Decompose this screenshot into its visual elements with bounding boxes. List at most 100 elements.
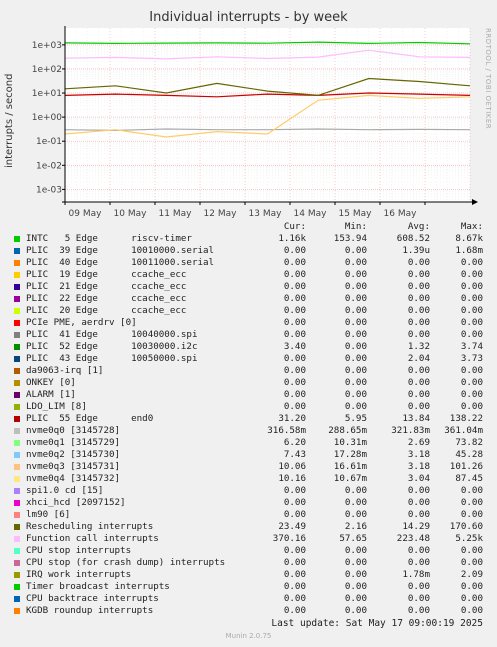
- legend-avg: 0.00: [407, 605, 430, 616]
- legend-row: PLIC 22 Edge ccache_ecc 0.00 0.00 0.00 0.00: [0, 293, 497, 305]
- legend-min: 0.00: [344, 485, 367, 496]
- legend-row: INTC 5 Edge riscv-timer 1.16k 153.94 608.52…: [0, 233, 497, 245]
- legend-min: 57.65: [339, 533, 367, 544]
- x-tick-label: 10 May: [114, 209, 148, 219]
- legend-label: nvme0q4 [3145732]: [26, 473, 121, 484]
- legend-avg: 2.04: [407, 353, 430, 364]
- legend-swatch: [14, 272, 20, 278]
- legend-row: xhci_hcd [2097152] 0.00 0.00 0.00 0.00: [0, 497, 497, 509]
- legend-avg: 1.78m: [402, 569, 430, 580]
- legend-row: PLIC 55 Edge end0 31.20 5.95 13.84 138.22: [0, 413, 497, 425]
- legend-max: 0.00: [460, 509, 483, 520]
- last-update: Last update: Sat May 17 09:00:19 2025: [271, 618, 483, 629]
- legend-min: 5.95: [344, 413, 367, 424]
- legend-cur: 316.58m: [267, 425, 306, 436]
- legend-avg: 608.52: [396, 233, 430, 244]
- legend-min: 0.00: [344, 317, 367, 328]
- legend-row: PLIC 21 Edge ccache_ecc 0.00 0.00 0.00 0.00: [0, 281, 497, 293]
- legend-avg: 1.32: [407, 341, 430, 352]
- legend-label: INTC 5 Edge riscv-timer: [26, 233, 192, 244]
- legend-min: 0.00: [344, 245, 367, 256]
- legend-min: 10.31m: [333, 437, 367, 448]
- legend-avg: 0.00: [407, 281, 430, 292]
- legend-label: spi1.0 cd [15]: [26, 485, 104, 496]
- x-tick-label: 09 May: [69, 209, 103, 219]
- legend-max: 361.04m: [444, 425, 483, 436]
- legend-row: nvme0q3 [3145731] 10.06 16.61m 3.18 101.26: [0, 461, 497, 473]
- y-tick-label: 1e-02: [36, 161, 62, 171]
- legend-label: PLIC 52 Edge 10030000.i2c: [26, 341, 198, 352]
- legend-cur: 0.00: [283, 497, 306, 508]
- legend-avg: 0.00: [407, 485, 430, 496]
- legend-max: 45.28: [455, 449, 483, 460]
- legend-max: 0.00: [460, 593, 483, 604]
- legend-swatch: [14, 524, 20, 530]
- legend-swatch: [14, 608, 20, 614]
- legend-swatch: [14, 308, 20, 314]
- legend-max: 0.00: [460, 605, 483, 616]
- x-tick-label: 16 May: [384, 209, 418, 219]
- legend-max: 0.00: [460, 269, 483, 280]
- legend-swatch: [14, 368, 20, 374]
- legend-row: da9063-irq [1] 0.00 0.00 0.00 0.00: [0, 365, 497, 377]
- x-tick-label: 15 May: [339, 209, 373, 219]
- legend-max: 73.82: [455, 437, 483, 448]
- legend-cur: 0.00: [283, 401, 306, 412]
- x-tick-label: 12 May: [204, 209, 238, 219]
- legend-row: Function call interrupts 370.16 57.65 223.4…: [0, 533, 497, 545]
- y-tick-label: 1e+01: [32, 89, 62, 99]
- legend-row: nvme0q2 [3145730] 7.43 17.28m 3.18 45.28: [0, 449, 497, 461]
- legend-swatch: [14, 284, 20, 290]
- legend-label: PLIC 21 Edge ccache_ecc: [26, 281, 187, 292]
- legend-min: 0.00: [344, 269, 367, 280]
- legend-label: CPU stop (for crash dump) interrupts: [26, 557, 226, 568]
- legend-cur: 0.00: [283, 305, 306, 316]
- legend-cur: 0.00: [283, 593, 306, 604]
- legend-swatch: [14, 428, 20, 434]
- legend-cur: 1.16k: [278, 233, 306, 244]
- legend-label: IRQ work interrupts: [26, 569, 132, 580]
- legend-min: 0.00: [344, 365, 367, 376]
- y-tick-label: 1e+03: [32, 41, 62, 51]
- legend-avg: 1.39u: [402, 245, 430, 256]
- legend-row: PLIC 52 Edge 10030000.i2c 3.40 0.00 1.32 3.7…: [0, 341, 497, 353]
- legend-label: Timer broadcast interrupts: [26, 581, 170, 592]
- legend-label: nvme0q2 [3145730]: [26, 449, 121, 460]
- legend-label: nvme0q0 [3145728]: [26, 425, 121, 436]
- legend-cur: 0.00: [283, 353, 306, 364]
- legend-label: CPU stop interrupts: [26, 545, 132, 556]
- legend-row: CPU backtrace interrupts 0.00 0.00 0.00 0.00: [0, 593, 497, 605]
- plot-area: 1e+03 1e+02 1e+01 1e+00 1e-01 1e-02 1e-03 09 M…: [32, 26, 478, 219]
- legend-cur: 0.00: [283, 605, 306, 616]
- legend-row: LDO_LIM [8] 0.00 0.00 0.00 0.00: [0, 401, 497, 413]
- legend-swatch: [14, 392, 20, 398]
- legend-swatch: [14, 452, 20, 458]
- legend-cur: 0.00: [283, 293, 306, 304]
- legend-label: nvme0q3 [3145731]: [26, 461, 121, 472]
- legend-label: ONKEY [0]: [26, 377, 76, 388]
- legend-row: CPU stop (for crash dump) interrupts 0.00…: [0, 557, 497, 569]
- legend-cur: 7.43: [283, 449, 306, 460]
- legend-row: KGDB roundup interrupts 0.00 0.00 0.00 0.00: [0, 605, 497, 617]
- legend-header-cur: Cur:: [283, 221, 306, 232]
- legend-cur: 0.00: [283, 269, 306, 280]
- legend-swatch: [14, 260, 20, 266]
- legend-row: PLIC 39 Edge 10010000.serial 0.00 0.00 1.39…: [0, 245, 497, 257]
- legend-avg: 3.18: [407, 449, 430, 460]
- legend-label: Rescheduling interrupts: [26, 521, 154, 532]
- y-tick-label: 1e+02: [32, 65, 62, 75]
- legend-header-min: Min:: [344, 221, 367, 232]
- legend-swatch: [14, 248, 20, 254]
- y-tick-label: 1e+00: [32, 113, 63, 123]
- legend-header-max: Max:: [460, 221, 483, 232]
- legend-max: 8.67k: [455, 233, 483, 244]
- legend-cur: 10.06: [278, 461, 306, 472]
- legend-label: KGDB roundup interrupts: [26, 605, 154, 616]
- legend-swatch: [14, 548, 20, 554]
- legend-label: xhci_hcd [2097152]: [26, 497, 126, 508]
- legend-label: da9063-irq [1]: [26, 365, 104, 376]
- legend-label: PCIe PME, aerdrv [0]: [26, 317, 137, 328]
- legend-max: 0.00: [460, 377, 483, 388]
- legend-cur: 0.00: [283, 365, 306, 376]
- legend-avg: 0.00: [407, 317, 430, 328]
